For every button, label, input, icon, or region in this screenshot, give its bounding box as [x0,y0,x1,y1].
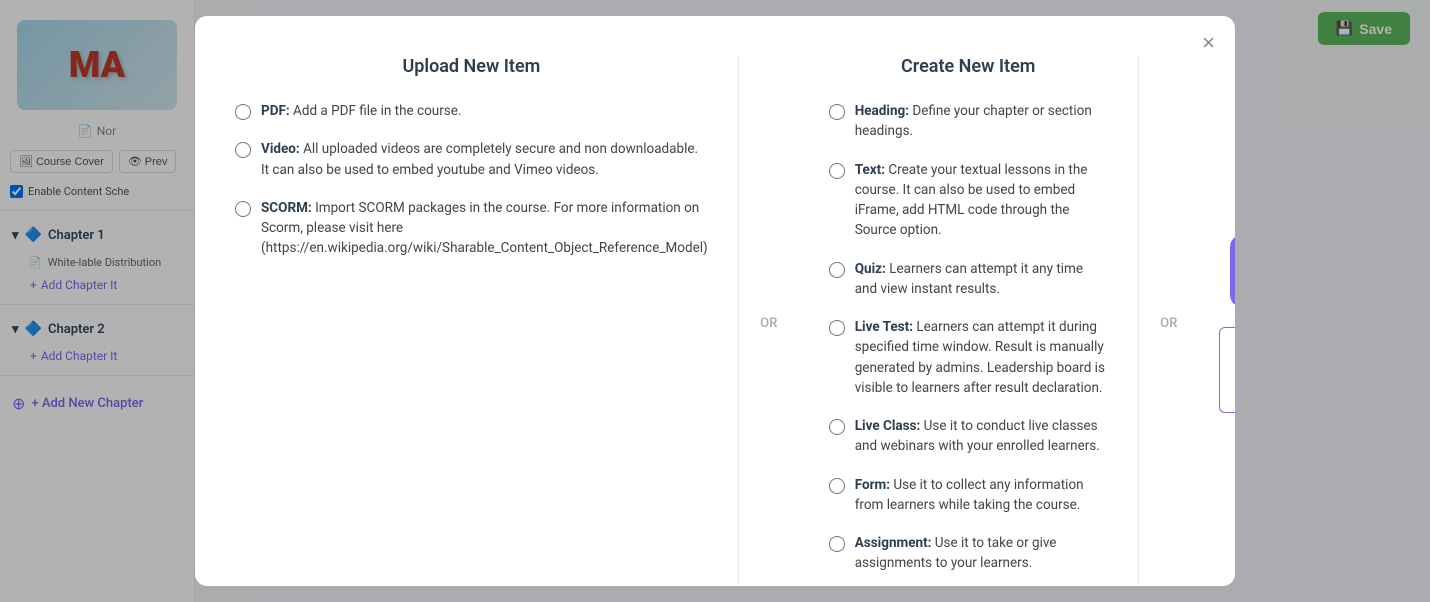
video-bold: Video: [261,141,300,157]
scorm-text: Import SCORM packages in the course. For… [261,200,708,257]
text-bold: Text: [855,162,885,178]
or-divider-right: OR [1139,56,1199,586]
assignment-radio[interactable] [829,536,845,552]
form-radio[interactable] [829,478,845,494]
or-divider-left: OR [739,56,799,586]
upload-title: Upload New Item [235,56,708,77]
text-option: Text: Create your textual lessons in the… [829,160,1108,241]
text-label[interactable]: Text: Create your textual lessons in the… [855,160,1108,241]
modal-dialog: × Upload New Item PDF: Add a PDF file in… [195,16,1235,586]
heading-option: Heading: Define your chapter or section … [829,101,1108,142]
scorm-radio[interactable] [235,201,251,217]
pdf-option: PDF: Add a PDF file in the course. [235,101,708,121]
create-column: Create New Item Heading: Define your cha… [799,56,1139,586]
quiz-label[interactable]: Quiz: Learners can attempt it any time a… [855,259,1108,300]
live-class-option: Live Class: Use it to conduct live class… [829,416,1108,457]
text-desc: Create your textual lessons in the cours… [855,162,1088,239]
form-text: Use it to collect any information from l… [855,477,1084,513]
form-bold: Form: [855,477,890,493]
pdf-radio[interactable] [235,104,251,120]
scorm-bold: SCORM: [261,200,312,216]
live-class-radio[interactable] [829,419,845,435]
quiz-radio[interactable] [829,262,845,278]
assignment-label[interactable]: Assignment: Use it to take or give assig… [855,533,1108,574]
form-label[interactable]: Form: Use it to collect any information … [855,475,1108,516]
or-right-text: OR [1160,316,1177,331]
heading-bold: Heading: [855,103,909,119]
live-test-bold: Live Test: [855,319,913,335]
scorm-option: SCORM: Import SCORM packages in the cour… [235,198,708,259]
quiz-bold: Quiz: [855,261,886,277]
asset-library-icon: + [1230,235,1235,307]
upload-column: Upload New Item PDF: Add a PDF file in t… [235,56,739,586]
video-option: Video: All uploaded videos are completel… [235,139,708,180]
live-class-bold: Live Class: [855,418,921,434]
video-text: All uploaded videos are completely secur… [261,141,698,177]
video-radio[interactable] [235,142,251,158]
assignment-bold: Assignment: [855,535,932,551]
live-test-option: Live Test: Learners can attempt it durin… [829,317,1108,398]
modal-overlay: × Upload New Item PDF: Add a PDF file in… [0,0,1430,602]
live-test-label[interactable]: Live Test: Learners can attempt it durin… [855,317,1108,398]
heading-radio[interactable] [829,104,845,120]
assignment-option: Assignment: Use it to take or give assig… [829,533,1108,574]
pdf-text: Add a PDF file in the course. [290,103,462,119]
live-test-radio[interactable] [829,320,845,336]
quiz-text: Learners can attempt it any time and vie… [855,261,1083,297]
scorm-label[interactable]: SCORM: Import SCORM packages in the cour… [261,198,708,259]
live-class-label[interactable]: Live Class: Use it to conduct live class… [855,416,1108,457]
choose-asset-library-button[interactable]: Choose from Asset Library [1219,327,1235,413]
text-radio[interactable] [829,163,845,179]
heading-label[interactable]: Heading: Define your chapter or section … [855,101,1108,142]
close-button[interactable]: × [1202,32,1215,54]
modal-body: Upload New Item PDF: Add a PDF file in t… [235,56,1195,586]
quiz-option: Quiz: Learners can attempt it any time a… [829,259,1108,300]
create-title: Create New Item [829,56,1108,77]
form-option: Form: Use it to collect any information … [829,475,1108,516]
pdf-bold: PDF: [261,103,290,119]
pdf-label[interactable]: PDF: Add a PDF file in the course. [261,101,461,121]
video-label[interactable]: Video: All uploaded videos are completel… [261,139,708,180]
or-left-text: OR [760,316,777,331]
asset-library-column: + Choose from Asset Library [1199,56,1235,586]
